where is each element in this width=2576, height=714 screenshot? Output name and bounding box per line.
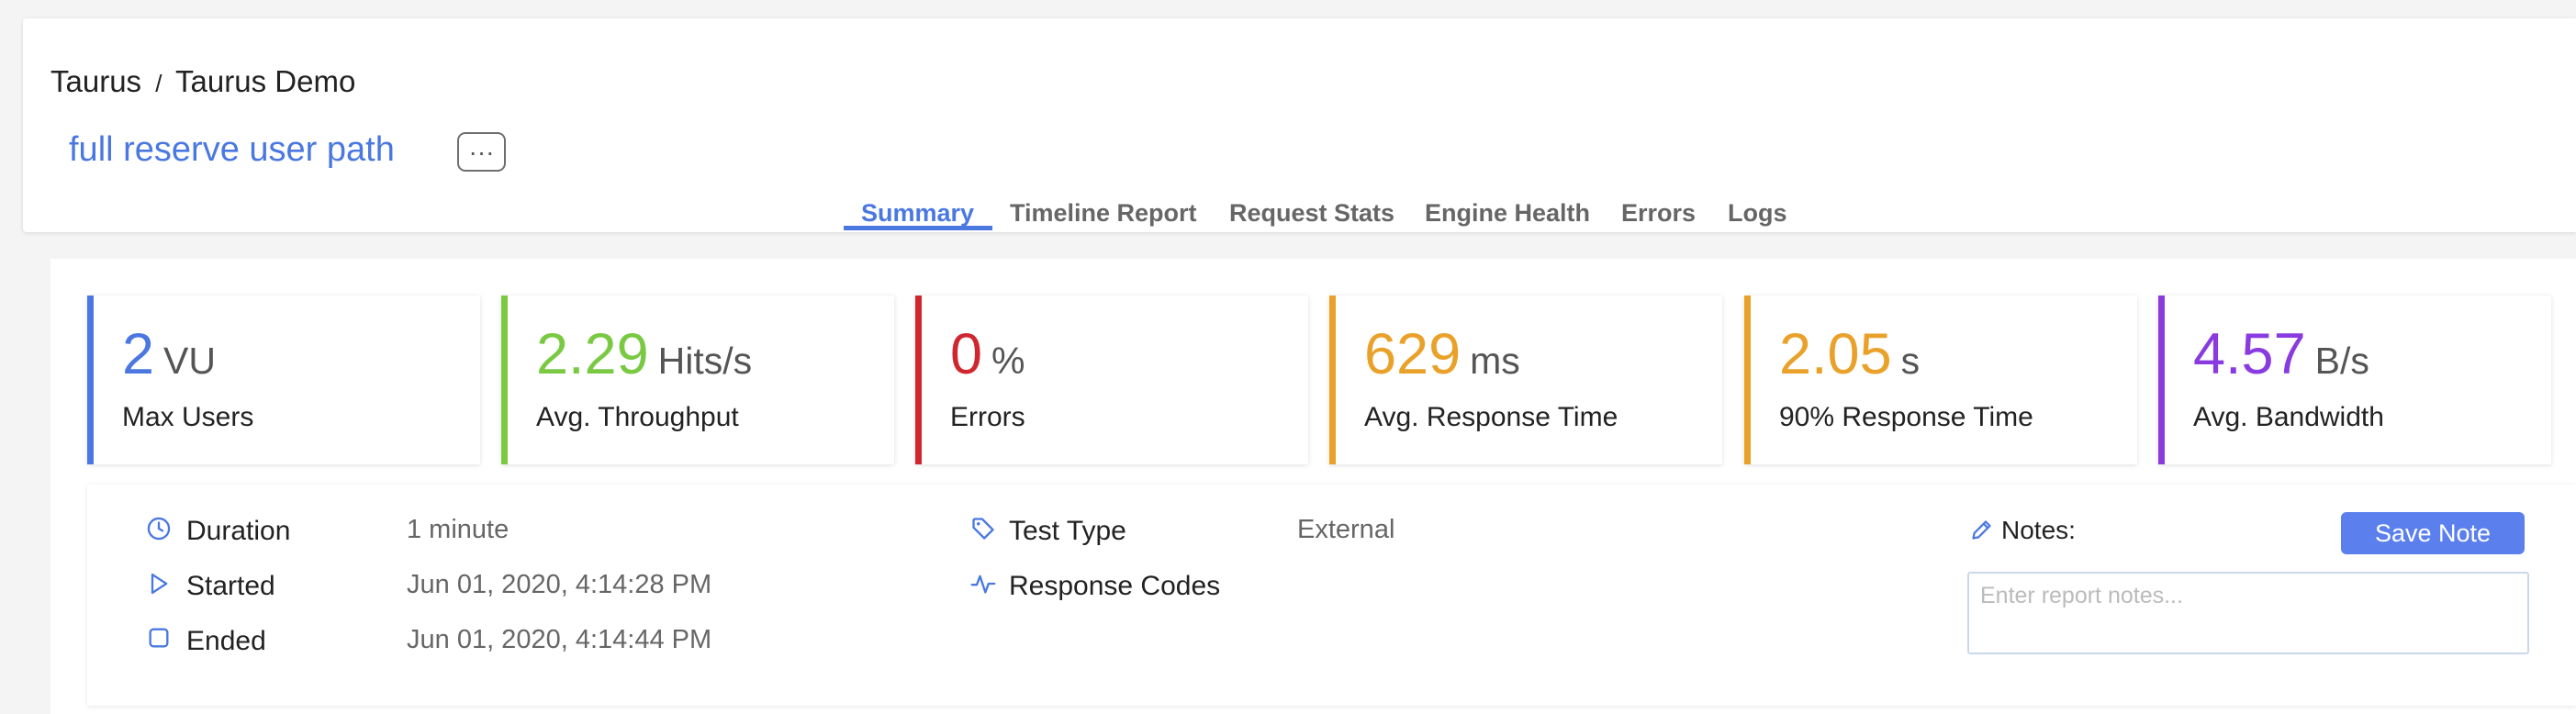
breadcrumb-separator: / — [155, 70, 162, 97]
metric-value: 4.57 — [2193, 322, 2306, 386]
ended-value: Jun 01, 2020, 4:14:44 PM — [407, 625, 712, 654]
report-tabs: Summary Timeline Report Request Stats En… — [23, 199, 2576, 232]
tab-engine-health[interactable]: Engine Health — [1425, 199, 1590, 228]
tab-errors[interactable]: Errors — [1621, 199, 1696, 228]
metric-value-line: 2 VU — [122, 321, 216, 387]
metric-unit: s — [1900, 340, 1921, 382]
tab-logs[interactable]: Logs — [1728, 199, 1787, 228]
breadcrumb-project[interactable]: Taurus — [50, 64, 141, 98]
metrics-row: 2 VU Max Users 2.29 Hits/s Avg. Throughput… — [87, 296, 2576, 464]
metric-label: Avg. Throughput — [536, 402, 739, 432]
summary-panel: 2 VU Max Users 2.29 Hits/s Avg. Throughput… — [50, 259, 2576, 714]
notes-input[interactable] — [1967, 572, 2529, 654]
save-note-button[interactable]: Save Note — [2341, 512, 2525, 554]
metric-label: 90% Response Time — [1779, 402, 2033, 432]
tab-request-stats[interactable]: Request Stats — [1229, 199, 1394, 228]
metric-label: Errors — [950, 402, 1025, 432]
more-options-button[interactable]: ··· — [457, 132, 506, 172]
metric-value: 0 — [950, 322, 983, 386]
metric-90-response-time: 2.05 s 90% Response Time — [1744, 296, 2137, 464]
metric-avg-response-time: 629 ms Avg. Response Time — [1329, 296, 1722, 464]
play-icon — [151, 573, 168, 595]
tab-timeline-report[interactable]: Timeline Report — [1010, 199, 1197, 228]
tag-icon — [972, 518, 994, 540]
started-value: Jun 01, 2020, 4:14:28 PM — [407, 570, 712, 599]
metric-unit: Hits/s — [657, 340, 753, 382]
breadcrumb: Taurus / Taurus Demo — [50, 64, 355, 99]
metric-unit: ms — [1470, 340, 1520, 382]
tab-summary[interactable]: Summary — [861, 199, 974, 228]
metric-errors: 0% Errors — [915, 296, 1308, 464]
square-icon — [149, 628, 169, 648]
pencil-icon — [1972, 520, 1991, 540]
duration-value: 1 minute — [407, 515, 510, 544]
metric-max-users: 2 VU Max Users — [87, 296, 480, 464]
metric-label: Max Users — [122, 402, 254, 432]
metric-value-line: 2.29 Hits/s — [536, 321, 752, 387]
report-header: Taurus / Taurus Demo full reserve user p… — [23, 18, 2576, 232]
metric-unit: B/s — [2314, 340, 2369, 382]
metric-unit: VU — [163, 340, 217, 382]
metric-value: 629 — [1364, 322, 1462, 386]
notes-label: Notes: — [2001, 516, 2076, 544]
metric-value-line: 0% — [950, 321, 1025, 387]
pulse-icon — [970, 575, 996, 594]
test-type-value: External — [1297, 515, 1395, 544]
test-type-label: Test Type — [1009, 516, 1126, 546]
metric-value-line: 629 ms — [1364, 321, 1520, 387]
metric-label: Avg. Bandwidth — [2193, 402, 2384, 432]
metric-value-line: 4.57 B/s — [2193, 321, 2369, 387]
duration-label: Duration — [186, 516, 291, 546]
breadcrumb-test[interactable]: Taurus Demo — [175, 64, 355, 98]
metric-label: Avg. Response Time — [1364, 402, 1618, 432]
metric-value: 2 — [122, 322, 155, 386]
active-tab-indicator — [844, 226, 992, 230]
metric-value-line: 2.05 s — [1779, 321, 1920, 387]
metric-value: 2.05 — [1779, 322, 1892, 386]
started-label: Started — [186, 571, 275, 601]
metric-value: 2.29 — [536, 322, 649, 386]
test-title[interactable]: full reserve user path — [69, 130, 395, 170]
metric-avg-throughput: 2.29 Hits/s Avg. Throughput — [501, 296, 894, 464]
test-details: Duration 1 minute Started Jun 01, 2020, … — [87, 485, 2576, 706]
metric-unit: % — [991, 340, 1025, 382]
clock-icon — [147, 517, 171, 541]
ended-label: Ended — [186, 626, 266, 656]
metric-avg-bandwidth: 4.57 B/s Avg. Bandwidth — [2158, 296, 2551, 464]
response-codes-label[interactable]: Response Codes — [1009, 571, 1220, 602]
